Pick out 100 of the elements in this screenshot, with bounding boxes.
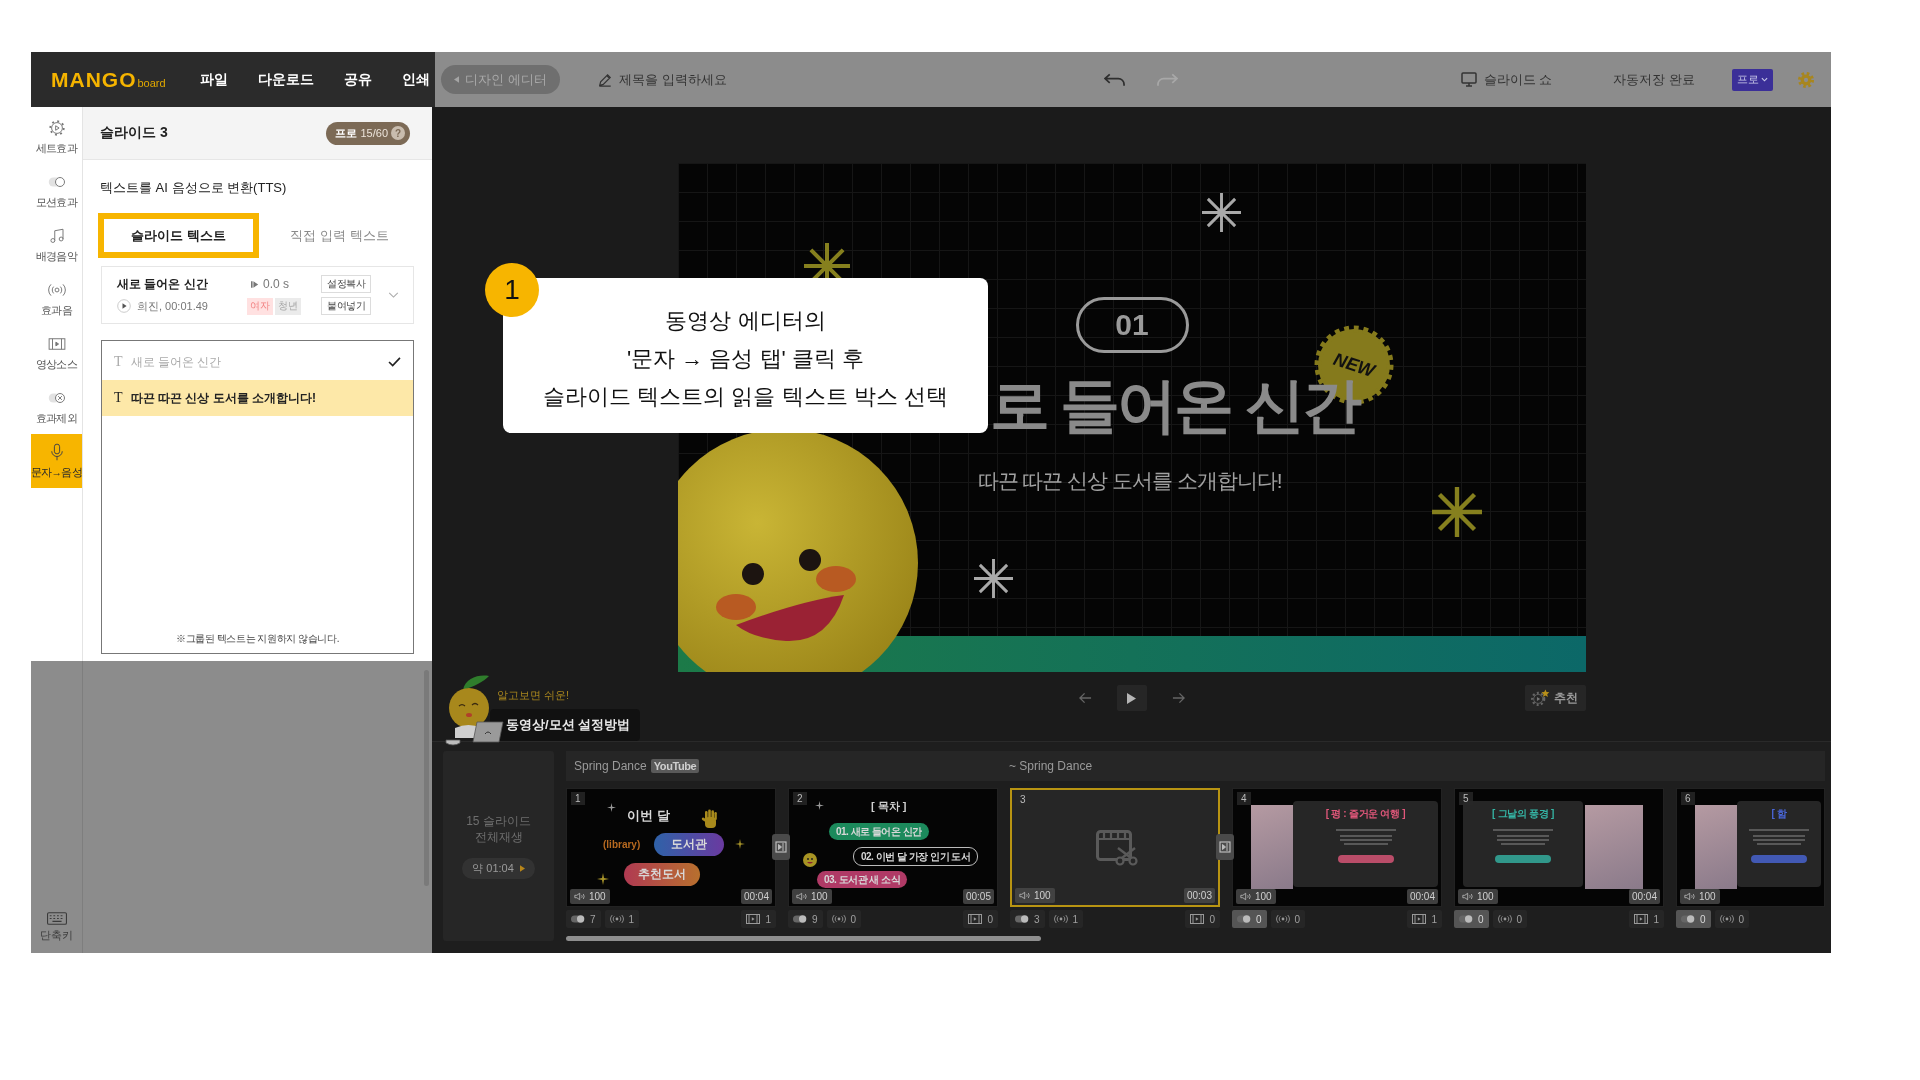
play-button[interactable] (1116, 685, 1147, 711)
undo-icon[interactable] (1104, 72, 1125, 87)
tab[interactable]: 직접 입력 텍스트 (259, 213, 420, 258)
shortcut-label[interactable]: 단축키 (40, 929, 73, 943)
sound-count[interactable]: 0 (1270, 910, 1306, 928)
paste-button[interactable]: 붙여넣기 (321, 297, 371, 315)
menu-item[interactable]: 다운로드 (258, 70, 314, 89)
motion-count[interactable]: 3 (1010, 910, 1045, 928)
play-icon (1127, 692, 1136, 704)
film-scissors-icon[interactable] (1096, 830, 1138, 866)
plan-button[interactable]: 프로 (1732, 68, 1773, 91)
video-count[interactable]: 0 (963, 910, 998, 928)
sound-count[interactable]: 1 (1048, 910, 1084, 928)
slide-number-label: 4 (1237, 792, 1251, 805)
text-item-label: 새로 들어온 신간 (130, 353, 223, 371)
video-count[interactable]: 1 (741, 910, 776, 928)
tab[interactable]: 슬라이드 텍스트 (98, 213, 259, 258)
slide-thumbnail[interactable]: 이번 달 (library) 도서관 추천도서 1 100 00:04 (566, 788, 776, 907)
transition-icon[interactable] (772, 834, 790, 860)
volume-button[interactable]: 100 (1680, 889, 1720, 904)
text-item[interactable]: T 따끈 따끈 신상 도서를 소개합니다! (102, 380, 413, 416)
sound-count[interactable]: 0 (1714, 910, 1750, 928)
slideshow-button[interactable]: 슬라이드 쇼 (1460, 70, 1553, 89)
slide-number-label: 2 (793, 792, 807, 805)
film-icon (746, 914, 761, 924)
sidebar-item[interactable]: 영상소스 (31, 326, 82, 380)
menu-item[interactable]: 공유 (344, 70, 372, 89)
play-icon[interactable] (117, 299, 131, 313)
guide-button[interactable]: 동영상/모션 설정방법 (490, 709, 641, 741)
music-continuation: ~ Spring Dance (1009, 759, 1093, 773)
toggle-icon (1681, 914, 1695, 924)
motion-count[interactable]: 9 (788, 910, 823, 928)
plan-label: 프로 (335, 125, 358, 141)
film-icon (968, 914, 983, 924)
copy-settings-button[interactable]: 설정복사 (321, 275, 371, 293)
menu-item[interactable]: 인쇄 (402, 70, 430, 89)
slide-subtitle: 따끈 따끈 신상 도서를 소개합니다! (977, 468, 1282, 494)
thumbnail-heading: 이번 달 (627, 807, 670, 825)
keyboard-icon[interactable] (46, 912, 67, 925)
slide-thumbnail[interactable]: 3 100 00:03 (1010, 788, 1220, 907)
video-count[interactable]: 0 (1185, 910, 1220, 928)
sparkle-icon (735, 839, 745, 849)
thumbnail-pill: 추천도서 (624, 863, 700, 886)
sidebar-item[interactable]: 효과음 (31, 272, 82, 326)
transition-icon[interactable] (1216, 834, 1234, 860)
play-all-label: 15 슬라이드 전체재생 (466, 813, 531, 845)
sidebar-item[interactable]: 효과제외 (31, 380, 82, 434)
recommend-button[interactable]: 추천 (1524, 685, 1586, 711)
slide-number: 01 (1075, 297, 1189, 353)
play-all-button[interactable]: 약 01:04 (462, 858, 535, 879)
slide-thumbnail[interactable]: [ 함 6 100 (1676, 788, 1825, 907)
volume-button[interactable]: 100 (792, 889, 832, 904)
broadcast-icon (1719, 914, 1734, 924)
contents-item: 03. 도서관 새 소식 (817, 871, 908, 888)
thumbnail-heading: [ 함 (1771, 807, 1787, 821)
callout-text: 동영상 에디터의 '문자 → 음성 탭' 클릭 후 슬라이드 텍스트의 읽을 텍스트 박스 선택 (543, 306, 948, 411)
broadcast-icon (47, 281, 66, 299)
sidebar-item[interactable]: 세트효과 (31, 110, 82, 164)
body-text-drawing (1493, 828, 1553, 848)
asterisk-icon (1201, 193, 1241, 232)
logo-suffix: board (137, 76, 166, 89)
sidebar-item[interactable]: 배경음악 (31, 218, 82, 272)
music-track[interactable]: Spring Dance YouTube ~ Spring Dance (566, 751, 1825, 781)
delay-value: 0.0 s (263, 277, 289, 291)
motion-count[interactable]: 0 (1676, 910, 1711, 928)
sound-count[interactable]: 0 (1492, 910, 1528, 928)
chevron-down-icon[interactable] (387, 292, 399, 298)
caret-icon (454, 76, 460, 83)
volume-button[interactable]: 100 (1236, 889, 1276, 904)
next-icon[interactable] (1171, 692, 1185, 704)
video-count[interactable]: 1 (1629, 910, 1664, 928)
source-badge: YouTube (650, 759, 700, 773)
sound-count[interactable]: 0 (826, 910, 862, 928)
slide-thumbnail[interactable]: [ 목차 ] 01. 새로 들어온 신간 02. 이번 달 가장 인기 도서 03. 도서관 새 소식 2 100 00:05 (788, 788, 998, 907)
tts-heading: 텍스트를 AI 음성으로 변환(TTS) (100, 179, 287, 197)
video-count[interactable]: 1 (1407, 910, 1442, 928)
group-text-note: ※그룹된 텍스트는 지원하지 않습니다. (175, 632, 340, 646)
previous-icon[interactable] (1078, 692, 1092, 704)
sound-count[interactable]: 1 (604, 910, 640, 928)
contents-item: 01. 새로 들어온 신간 (829, 823, 929, 840)
motion-count[interactable]: 7 (566, 910, 601, 928)
scrollbar-thumb[interactable] (566, 936, 1041, 941)
duration-label: 00:04 (1406, 889, 1438, 904)
slide-thumbnail[interactable]: [ 평 : 즐거운 여행 ] 4 100 00:04 (1232, 788, 1442, 907)
slide-thumbnail[interactable]: [ 그날의 풍경 ] 5 100 00:04 (1454, 788, 1664, 907)
motion-count[interactable]: 0 (1454, 910, 1489, 928)
volume-button[interactable]: 100 (570, 889, 610, 904)
sidebar-item[interactable]: 모션효과 (31, 164, 82, 218)
play-icon (519, 865, 525, 872)
volume-button[interactable]: 100 (1015, 888, 1055, 903)
sidebar-item[interactable]: 문자→음성 (31, 434, 82, 488)
speaker-icon (796, 892, 809, 901)
volume-button[interactable]: 100 (1458, 889, 1498, 904)
duration-label: 00:03 (1183, 888, 1215, 903)
menu-item[interactable]: 파일 (200, 70, 228, 89)
speaker-icon (1462, 892, 1475, 901)
voice-info: 희진, 00:01.49 (137, 298, 208, 314)
motion-count[interactable]: 0 (1232, 910, 1267, 928)
title-field[interactable]: 제목을 입력하세요 (598, 72, 737, 87)
sparkle-icon (607, 803, 616, 812)
